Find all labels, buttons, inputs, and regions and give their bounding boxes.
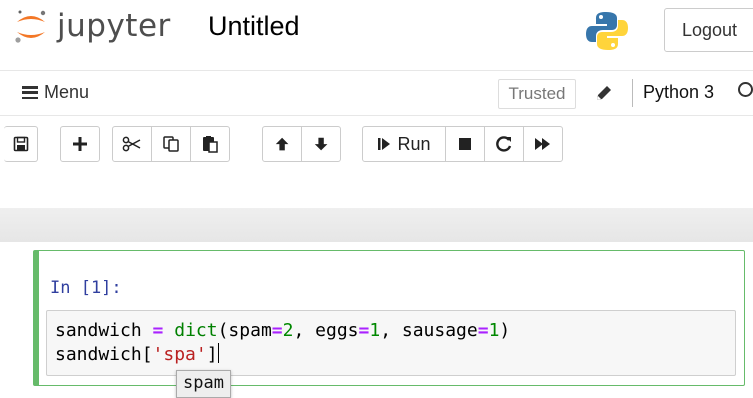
move-group: [262, 126, 341, 162]
fast-forward-icon: [535, 138, 550, 150]
hamburger-icon: [22, 86, 38, 99]
code-token: ]: [206, 344, 218, 365]
code-line[interactable]: sandwich = dict(spam=2, eggs=1, sausage=…: [55, 319, 735, 343]
input-prompt: In [1]:: [50, 278, 122, 298]
code-editor[interactable]: sandwich = dict(spam=2, eggs=1, sausage=…: [46, 310, 736, 376]
move-up-button[interactable]: [262, 126, 302, 162]
move-down-button[interactable]: [301, 126, 341, 162]
insert-cell-button[interactable]: [60, 126, 100, 162]
kernel-name[interactable]: Python 3: [643, 82, 714, 103]
cut-button[interactable]: [112, 126, 152, 162]
stop-icon: [459, 138, 471, 150]
header: jupyter Untitled Logout: [0, 0, 753, 62]
edit-group: [112, 126, 230, 162]
notebook-area: In [1]: sandwich = dict(spam=2, eggs=1, …: [0, 242, 753, 398]
jupyter-logo-icon: [15, 10, 46, 43]
code-token: =: [271, 320, 283, 341]
menu-button[interactable]: Menu: [22, 82, 89, 103]
code-token: , eggs: [293, 320, 359, 341]
restart-button[interactable]: [484, 126, 524, 162]
autocomplete-suggestion[interactable]: spam: [176, 370, 231, 398]
code-token: =: [152, 320, 164, 341]
arrow-down-icon: [314, 137, 328, 151]
paste-button[interactable]: [190, 126, 230, 162]
text-cursor: [217, 343, 219, 363]
save-button[interactable]: [4, 126, 38, 162]
code-token: , sausage: [380, 320, 478, 341]
code-lines: sandwich = dict(spam=2, eggs=1, sausage=…: [55, 319, 735, 367]
arrow-up-icon: [275, 137, 289, 151]
python-logo-icon: [585, 10, 629, 57]
divider: [632, 79, 633, 107]
code-token: 2: [282, 320, 294, 341]
code-token: dict: [174, 320, 218, 341]
menubar: Menu Trusted Python 3: [0, 70, 753, 116]
code-token: 'spa': [152, 344, 207, 365]
paste-icon: [203, 136, 218, 153]
code-token: =: [477, 320, 489, 341]
menu-label: Menu: [44, 82, 90, 102]
jupyter-logo[interactable]: jupyter: [14, 8, 171, 46]
notebook-name[interactable]: Untitled: [208, 11, 300, 42]
code-token: (spam: [217, 320, 272, 341]
code-token: ): [499, 320, 511, 341]
trusted-indicator[interactable]: Trusted: [498, 79, 576, 109]
run-group: Run: [362, 126, 563, 162]
code-cell[interactable]: In [1]: sandwich = dict(spam=2, eggs=1, …: [33, 250, 745, 386]
run-label: Run: [397, 133, 431, 154]
code-token: sandwich[: [55, 344, 153, 365]
code-token: =: [358, 320, 370, 341]
logo-text: jupyter: [57, 8, 171, 44]
pencil-icon[interactable]: [594, 83, 614, 108]
run-button[interactable]: Run: [362, 126, 446, 162]
scissors-icon: [122, 136, 141, 152]
save-icon: [13, 136, 28, 152]
code-line[interactable]: sandwich['spa']: [55, 343, 735, 367]
run-all-button[interactable]: [523, 126, 563, 162]
plus-icon: [73, 137, 87, 151]
kernel-status-icon: [738, 82, 753, 97]
header-divider: [0, 208, 753, 242]
refresh-icon: [496, 136, 512, 152]
toolbar: Run Code ▲▼: [0, 116, 753, 316]
insert-group: [60, 126, 100, 162]
logout-button[interactable]: Logout: [664, 8, 753, 52]
code-token: sandwich: [55, 320, 153, 341]
copy-button[interactable]: [151, 126, 191, 162]
step-forward-icon: [378, 138, 391, 150]
copy-icon: [163, 136, 179, 152]
interrupt-button[interactable]: [445, 126, 485, 162]
code-token: 1: [488, 320, 500, 341]
save-group: [4, 126, 38, 162]
code-token: 1: [369, 320, 381, 341]
cell-selection-bar: [34, 251, 39, 385]
